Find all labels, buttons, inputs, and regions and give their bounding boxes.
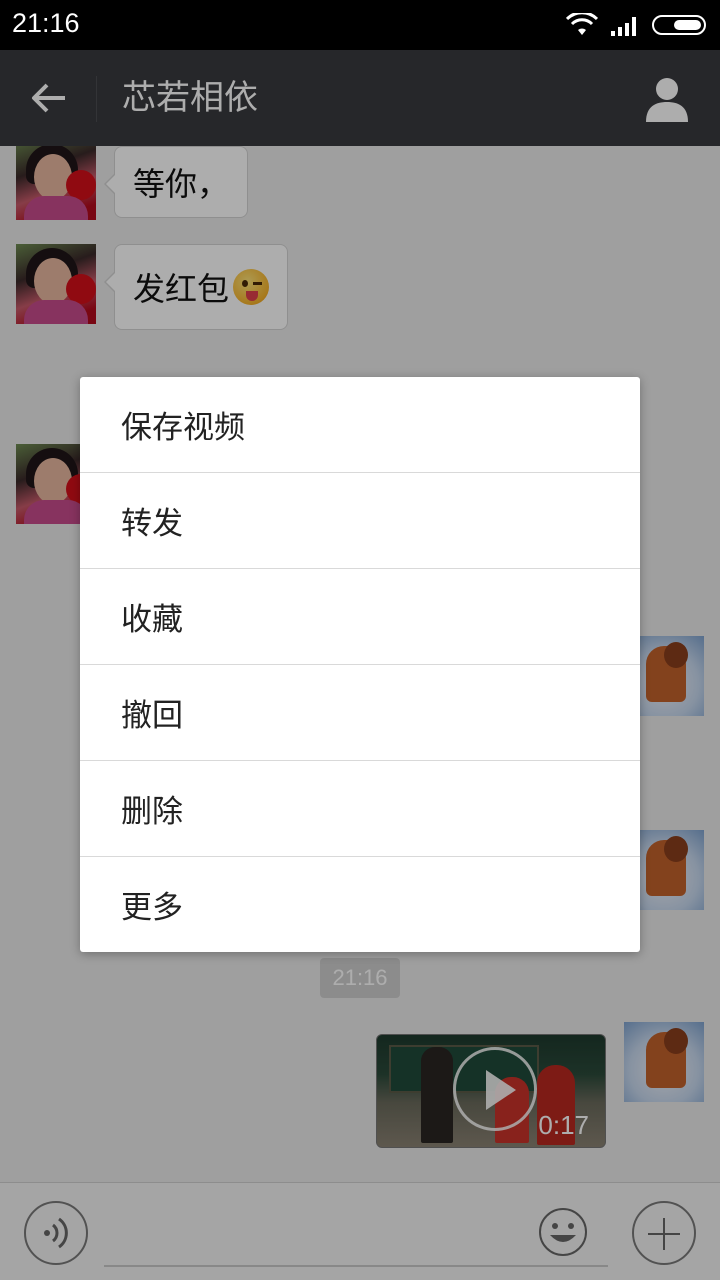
wifi-icon bbox=[566, 13, 598, 35]
menu-item-recall[interactable]: 撤回 bbox=[80, 665, 640, 761]
status-bar: 21:16 bbox=[0, 0, 720, 50]
menu-item-more[interactable]: 更多 bbox=[80, 857, 640, 952]
signal-icon bbox=[611, 17, 636, 36]
menu-item-favorite[interactable]: 收藏 bbox=[80, 569, 640, 665]
battery-icon bbox=[652, 15, 706, 35]
context-menu: 保存视频 转发 收藏 撤回 删除 更多 bbox=[80, 377, 640, 952]
menu-item-delete[interactable]: 删除 bbox=[80, 761, 640, 857]
menu-item-forward[interactable]: 转发 bbox=[80, 473, 640, 569]
status-icons bbox=[566, 12, 708, 38]
status-time: 21:16 bbox=[12, 8, 80, 38]
menu-item-save-video[interactable]: 保存视频 bbox=[80, 377, 640, 473]
